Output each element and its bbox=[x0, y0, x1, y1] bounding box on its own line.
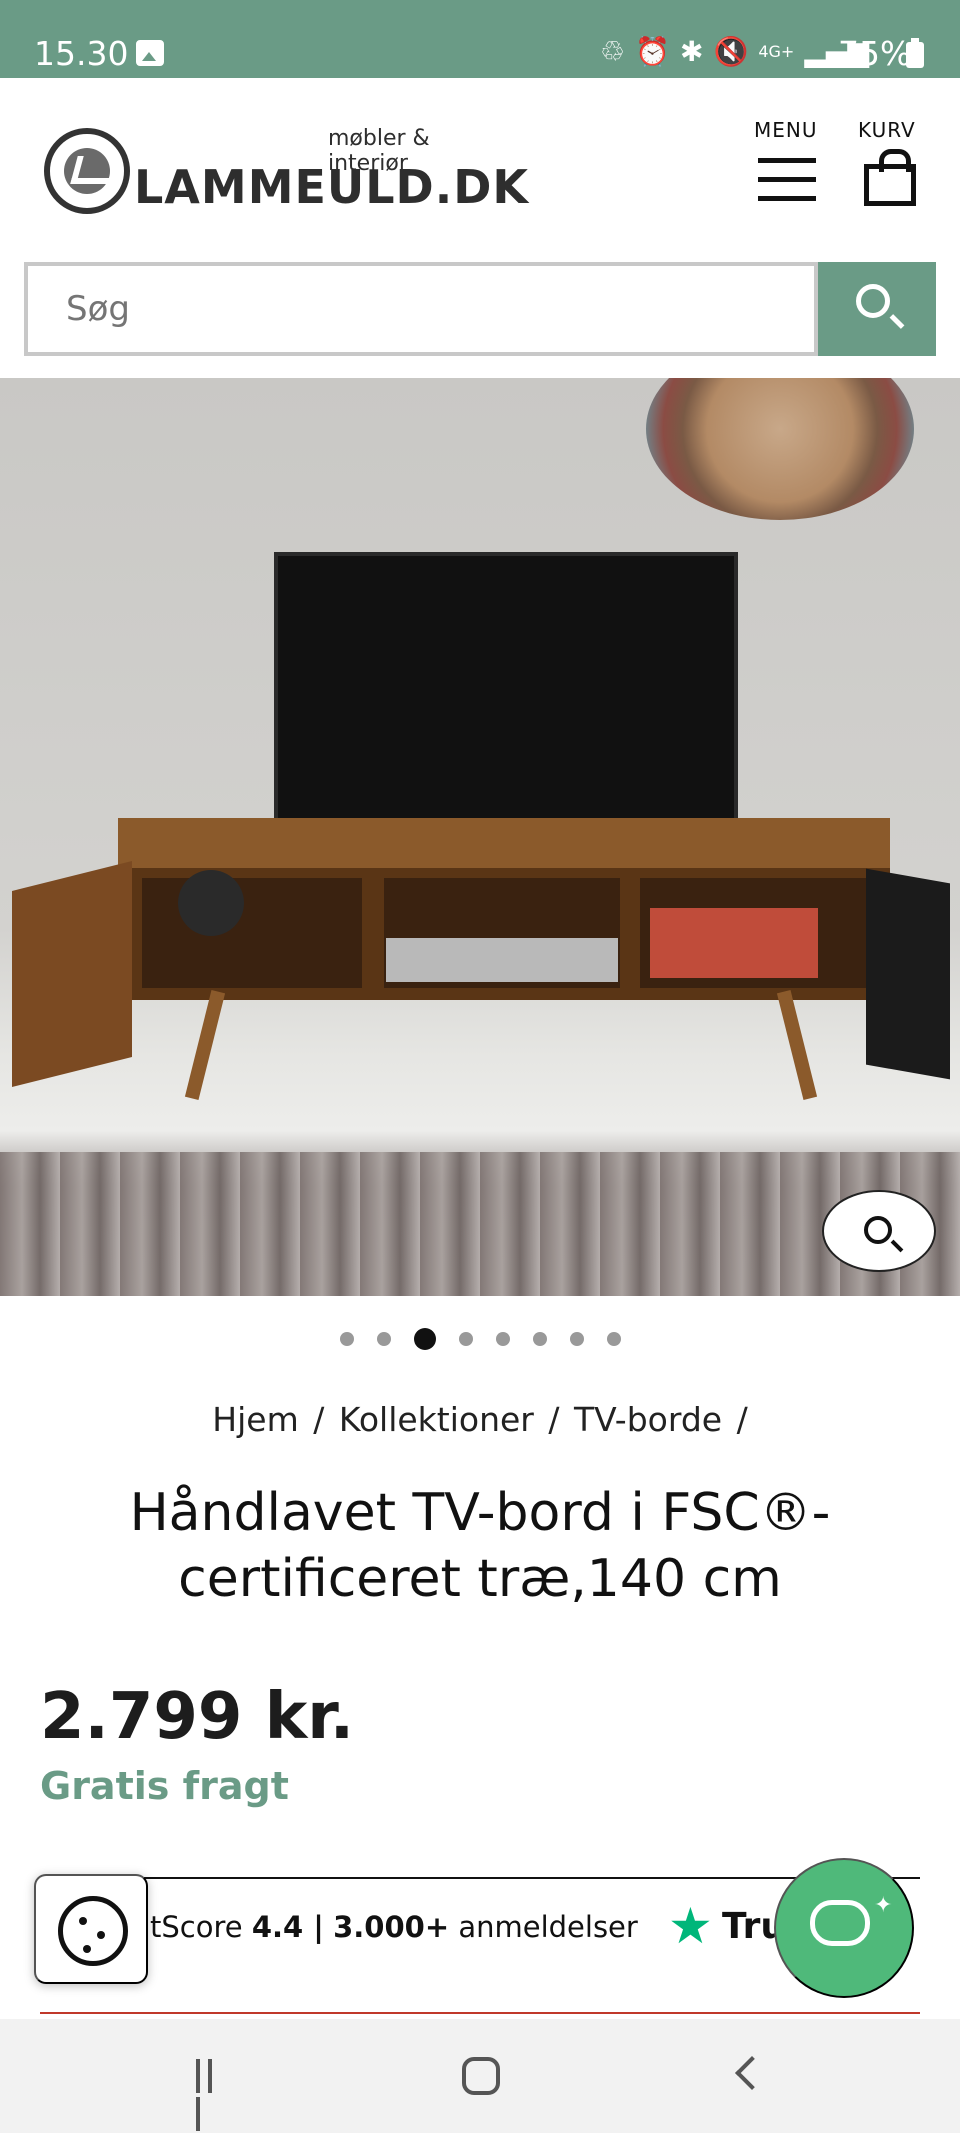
search-bar bbox=[24, 262, 936, 356]
tv-screen bbox=[274, 552, 738, 822]
shelf-left bbox=[142, 878, 362, 988]
alarm-icon: ⏰ bbox=[635, 35, 670, 68]
cookie-settings-button[interactable] bbox=[34, 1874, 148, 1984]
gallery-icon bbox=[136, 40, 164, 66]
leg-right bbox=[776, 989, 818, 1101]
carousel-dot[interactable] bbox=[339, 1332, 354, 1346]
carousel-dot[interactable] bbox=[569, 1332, 584, 1346]
system-nav-bar bbox=[0, 2019, 960, 2133]
breadcrumb: Hjem / Kollektioner / TV-borde / bbox=[0, 1400, 960, 1439]
carousel-dot[interactable] bbox=[495, 1332, 510, 1346]
dvd-player bbox=[386, 938, 618, 982]
home-icon[interactable] bbox=[462, 2057, 500, 2095]
recent-apps-icon[interactable] bbox=[196, 2059, 230, 2131]
carousel-dot[interactable] bbox=[606, 1332, 621, 1346]
product-title: Håndlavet TV-bord i FSC®-certificeret tr… bbox=[129, 1483, 831, 1609]
shopping-bag-icon[interactable] bbox=[864, 149, 916, 206]
bluetooth-icon: ✱ bbox=[679, 35, 704, 68]
product-image[interactable] bbox=[0, 378, 960, 1296]
trust-review-count: 3.000+ bbox=[333, 1910, 450, 1944]
site-header: møbler & interiør LAMMEULD.DK MENU KURV bbox=[0, 78, 960, 248]
battery-level: 75% bbox=[838, 34, 912, 73]
trust-score-prefix: tScore bbox=[150, 1910, 243, 1944]
carousel-dot[interactable] bbox=[532, 1332, 547, 1346]
trustpilot-score[interactable]: tScore 4.4 | 3.000+ anmeldelser bbox=[150, 1910, 638, 1944]
chat-bubble-icon bbox=[810, 1900, 870, 1946]
door-left bbox=[12, 861, 132, 1087]
globe-decor bbox=[178, 870, 244, 936]
zoom-button[interactable] bbox=[822, 1190, 936, 1272]
cart-label[interactable]: KURV bbox=[858, 118, 916, 142]
battery-icon bbox=[906, 38, 924, 68]
chat-button[interactable]: ✦ bbox=[774, 1858, 914, 1998]
status-icons: ♲ ⏰ ✱ 🔇 4G+ ▂▄▆ bbox=[600, 30, 869, 74]
mute-icon: 🔇 bbox=[713, 35, 749, 68]
trustpilot-star-icon: ★ bbox=[668, 1897, 713, 1955]
status-bar: 15.30 ♲ ⏰ ✱ 🔇 4G+ ▂▄▆ 75% bbox=[0, 0, 960, 78]
books bbox=[650, 908, 818, 978]
breadcrumb-separator: / bbox=[736, 1400, 748, 1439]
breadcrumb-tv-tables[interactable]: TV-borde bbox=[574, 1400, 722, 1439]
leg-left bbox=[184, 989, 226, 1101]
status-time: 15.30 bbox=[34, 34, 129, 73]
search-icon bbox=[856, 284, 890, 318]
trust-review-label: anmeldelser bbox=[458, 1910, 638, 1944]
divider bbox=[40, 1877, 920, 1879]
breadcrumb-separator: / bbox=[313, 1400, 325, 1439]
logo-name: LAMMEULD.DK bbox=[134, 160, 530, 214]
wall-clock bbox=[646, 378, 914, 520]
menu-label[interactable]: MENU bbox=[754, 118, 818, 142]
product-price: 2.799 kr. bbox=[40, 1680, 355, 1754]
carousel-dot[interactable] bbox=[376, 1332, 391, 1346]
search-button[interactable] bbox=[818, 262, 936, 356]
hamburger-menu-icon[interactable] bbox=[758, 158, 816, 202]
rug bbox=[0, 1152, 960, 1296]
trust-score-value: 4.4 | bbox=[251, 1910, 324, 1944]
logo-icon bbox=[44, 128, 130, 214]
door-right bbox=[866, 868, 950, 1080]
breadcrumb-collections[interactable]: Kollektioner bbox=[339, 1400, 534, 1439]
breadcrumb-home[interactable]: Hjem bbox=[212, 1400, 298, 1439]
tv-bench-top bbox=[118, 818, 890, 874]
back-icon[interactable] bbox=[735, 2056, 769, 2090]
shipping-info: Gratis fragt bbox=[40, 1764, 289, 1808]
sparkle-icon: ✦ bbox=[874, 1892, 893, 1917]
search-input[interactable] bbox=[24, 262, 818, 356]
recycle-icon: ♲ bbox=[600, 35, 626, 68]
alert-border bbox=[40, 2012, 920, 2014]
search-icon bbox=[864, 1216, 892, 1244]
site-logo[interactable]: møbler & interiør LAMMEULD.DK bbox=[40, 124, 528, 214]
cookie-icon bbox=[58, 1896, 128, 1966]
carousel-dot[interactable] bbox=[458, 1332, 473, 1346]
carousel-dot-active[interactable] bbox=[413, 1328, 436, 1350]
carousel-dots bbox=[0, 1327, 960, 1351]
4g-icon: 4G+ bbox=[758, 42, 795, 61]
breadcrumb-separator: / bbox=[548, 1400, 560, 1439]
